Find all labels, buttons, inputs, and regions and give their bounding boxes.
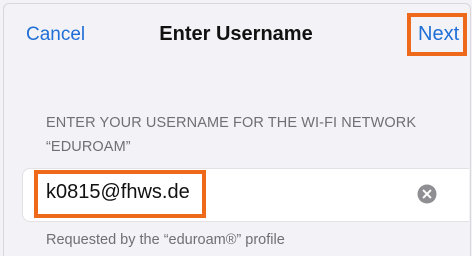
profile-footer-text: Requested by the “eduroam®” profile: [46, 232, 285, 248]
clear-x-circle-icon[interactable]: [417, 184, 437, 204]
section-header: ENTER YOUR USERNAME FOR THE WI-FI NETWOR…: [46, 115, 417, 155]
username-input[interactable]: k0815@fhws.de: [46, 181, 190, 204]
next-button[interactable]: Next: [418, 23, 459, 46]
navigation-bar: Cancel Enter Username Next: [0, 0, 472, 70]
page-title: Enter Username: [159, 23, 313, 45]
